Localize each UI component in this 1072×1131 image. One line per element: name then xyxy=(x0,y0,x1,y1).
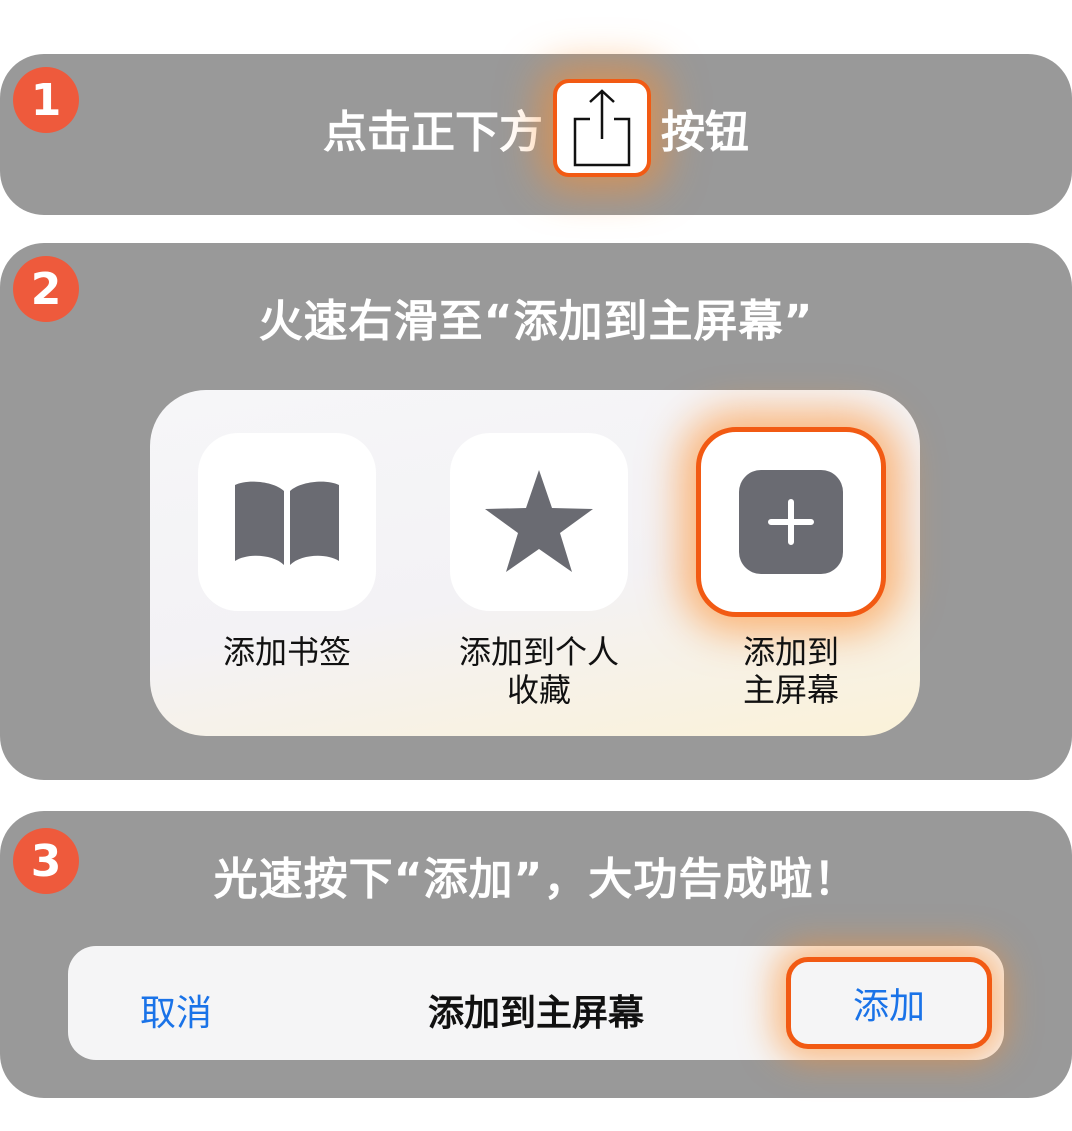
share-sheet-actions: 添加书签 添加到个人 收藏 添加到 主屏幕 xyxy=(150,390,920,736)
plus-square-icon xyxy=(739,470,843,574)
add-to-home-screen-action[interactable]: 添加到 主屏幕 xyxy=(681,390,901,709)
add-bookmark-tile[interactable] xyxy=(198,433,376,611)
add-to-home-screen-tile[interactable] xyxy=(696,427,886,617)
add-to-home-nav-bar: 取消 添加到主屏幕 添加 xyxy=(68,946,1004,1060)
step-2-panel: 2 火速右滑至“添加到主屏幕” 添加书签 添加到个人 收藏 添加到 主屏幕 xyxy=(0,243,1072,780)
add-favorite-tile[interactable] xyxy=(450,433,628,611)
share-icon xyxy=(573,89,631,167)
step-2-title: 火速右滑至“添加到主屏幕” xyxy=(258,296,814,347)
step-1-text-before: 点击正下方 xyxy=(323,107,543,158)
step-1-panel: 1 点击正下方 按钮 xyxy=(0,54,1072,215)
step-1-instruction: 点击正下方 按钮 xyxy=(0,79,1072,177)
add-to-home-screen-label: 添加到 主屏幕 xyxy=(742,633,839,709)
star-icon xyxy=(485,470,593,572)
add-favorite-label: 添加到个人 收藏 xyxy=(458,633,619,709)
add-bookmark-label: 添加书签 xyxy=(222,633,351,671)
step-1-text-after: 按钮 xyxy=(661,107,749,158)
add-favorite-action[interactable]: 添加到个人 收藏 xyxy=(429,390,649,709)
book-icon xyxy=(235,481,339,565)
add-bookmark-action[interactable]: 添加书签 xyxy=(177,390,397,671)
step-3-title: 光速按下“添加”，大功告成啦！ xyxy=(213,854,859,905)
share-button[interactable] xyxy=(553,79,651,177)
step-3-panel: 3 光速按下“添加”，大功告成啦！ 取消 添加到主屏幕 添加 xyxy=(0,811,1072,1098)
add-button[interactable]: 添加 xyxy=(786,957,992,1049)
